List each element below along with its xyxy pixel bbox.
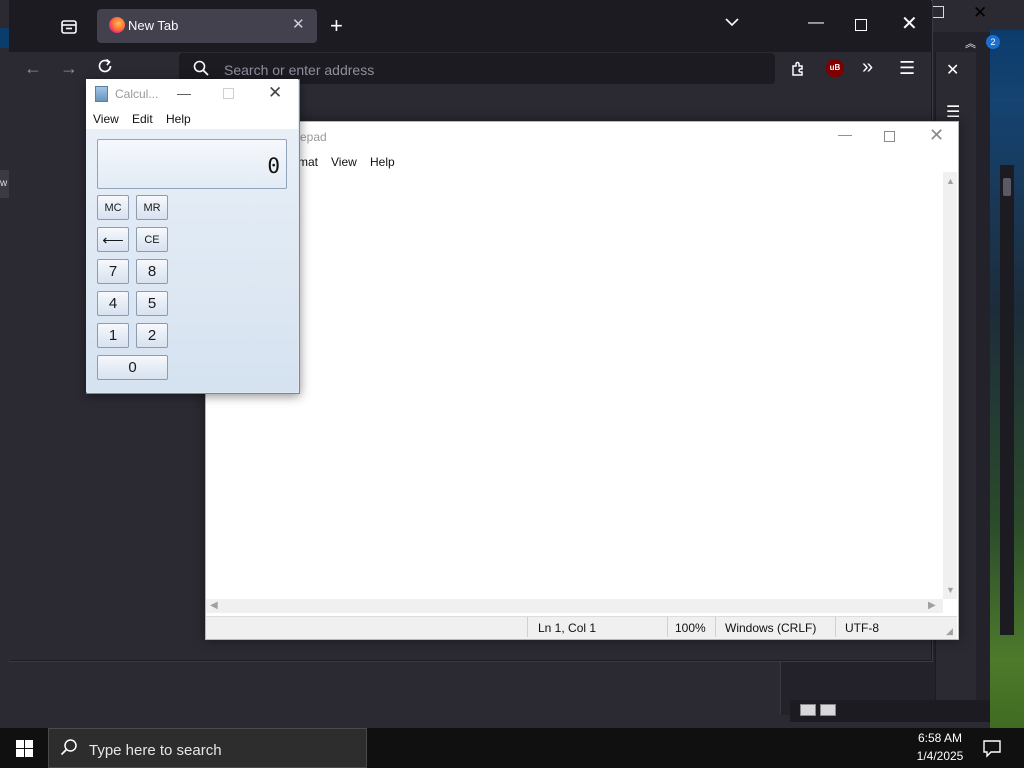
scroll-down-icon[interactable]: ▼ <box>946 585 955 595</box>
calculator-minimize-icon[interactable]: — <box>177 85 191 101</box>
chevron-down-icon[interactable] <box>724 14 740 35</box>
search-icon <box>193 60 209 76</box>
calculator-maximize-icon <box>223 88 234 99</box>
status-separator <box>527 617 528 637</box>
status-position: Ln 1, Col 1 <box>538 621 597 635</box>
close-icon[interactable]: ✕ <box>292 17 305 33</box>
background-badge: 2 <box>986 35 1000 49</box>
notepad-minimize-icon[interactable]: — <box>838 126 852 142</box>
calculator-display-value: 0 <box>267 154 280 178</box>
background-view-icons[interactable] <box>800 704 840 718</box>
ublock-icon[interactable]: uB <box>826 59 844 77</box>
notepad-horizontal-scrollbar[interactable] <box>206 599 943 613</box>
overflow-chevrons-icon[interactable]: » <box>862 56 873 79</box>
clock-time[interactable]: 6:58 AM <box>905 731 975 745</box>
notepad-menu-view[interactable]: View <box>331 155 357 169</box>
extensions-icon[interactable] <box>789 59 807 77</box>
background-close-icon[interactable]: ✕ <box>973 3 987 23</box>
background-close-icon-2[interactable]: ✕ <box>946 60 959 80</box>
calculator-menu-view[interactable]: View <box>93 112 119 126</box>
scroll-right-icon[interactable]: ▶ <box>928 600 936 611</box>
digit-4-button[interactable]: 4 <box>97 291 129 316</box>
digit-7-button[interactable]: 7 <box>97 259 129 284</box>
taskbar-search-input[interactable] <box>87 736 361 764</box>
reload-icon[interactable] <box>96 57 114 80</box>
tab-list-icon[interactable] <box>55 12 83 40</box>
status-line-ending: Windows (CRLF) <box>725 621 817 635</box>
clock-date[interactable]: 1/4/2025 <box>905 749 975 763</box>
calculator-menu-edit[interactable]: Edit <box>132 112 153 126</box>
url-input[interactable] <box>222 55 766 84</box>
windows-logo-icon[interactable] <box>16 740 33 757</box>
background-maximize-icon[interactable] <box>932 6 944 18</box>
resize-grip-icon[interactable]: ◢ <box>946 626 953 637</box>
status-separator <box>835 617 836 637</box>
background-chevron-icon: ︽ <box>965 38 976 50</box>
notepad-textarea[interactable] <box>206 172 943 599</box>
notepad-vertical-scrollbar[interactable] <box>943 172 957 599</box>
memory-clear-button[interactable]: MC <box>97 195 129 220</box>
calculator-menu-help[interactable]: Help <box>166 112 191 126</box>
scroll-left-icon[interactable]: ◀ <box>210 600 218 611</box>
background-left-edge: w <box>0 170 9 198</box>
background-scrollbar-thumb[interactable] <box>1003 178 1011 196</box>
firefox-logo-icon <box>109 17 125 33</box>
digit-0-button[interactable]: 0 <box>97 355 168 380</box>
calculator-close-icon[interactable]: ✕ <box>268 83 282 103</box>
minimize-icon[interactable]: — <box>808 14 824 32</box>
plus-icon[interactable]: + <box>330 14 343 38</box>
notepad-menu-help[interactable]: Help <box>370 155 395 169</box>
notepad-menu-format[interactable]: mat <box>298 155 318 169</box>
background-hamburger-icon[interactable]: ☰ <box>946 102 960 122</box>
status-separator <box>667 617 668 637</box>
maximize-icon[interactable] <box>855 19 867 31</box>
window-close-icon[interactable]: ✕ <box>901 12 918 36</box>
backspace-button[interactable]: ⟵ <box>97 227 129 252</box>
hamburger-menu-icon[interactable]: ☰ <box>899 58 915 79</box>
back-arrow-icon[interactable]: ← <box>24 58 42 79</box>
calculator-title: Calcul... <box>115 87 159 101</box>
notepad-maximize-icon[interactable] <box>884 131 895 142</box>
digit-8-button[interactable]: 8 <box>136 259 168 284</box>
calculator-icon <box>95 86 108 102</box>
scroll-up-icon[interactable]: ▲ <box>946 176 955 186</box>
digit-5-button[interactable]: 5 <box>136 291 168 316</box>
forward-arrow-icon[interactable]: → <box>60 58 78 79</box>
tab-title: New Tab <box>128 18 179 33</box>
notepad-editor[interactable] <box>206 172 943 599</box>
clear-entry-button[interactable]: CE <box>136 227 168 252</box>
background-scrollbar[interactable] <box>1000 165 1014 635</box>
digit-2-button[interactable]: 2 <box>136 323 168 348</box>
search-icon <box>60 738 78 756</box>
memory-recall-button[interactable]: MR <box>136 195 168 220</box>
background-left-strip <box>0 28 9 48</box>
digit-1-button[interactable]: 1 <box>97 323 129 348</box>
status-zoom: 100% <box>675 621 706 635</box>
notepad-close-icon[interactable]: ✕ <box>929 125 944 146</box>
status-separator <box>715 617 716 637</box>
notification-icon[interactable] <box>982 738 1002 758</box>
status-encoding: UTF-8 <box>845 621 879 635</box>
